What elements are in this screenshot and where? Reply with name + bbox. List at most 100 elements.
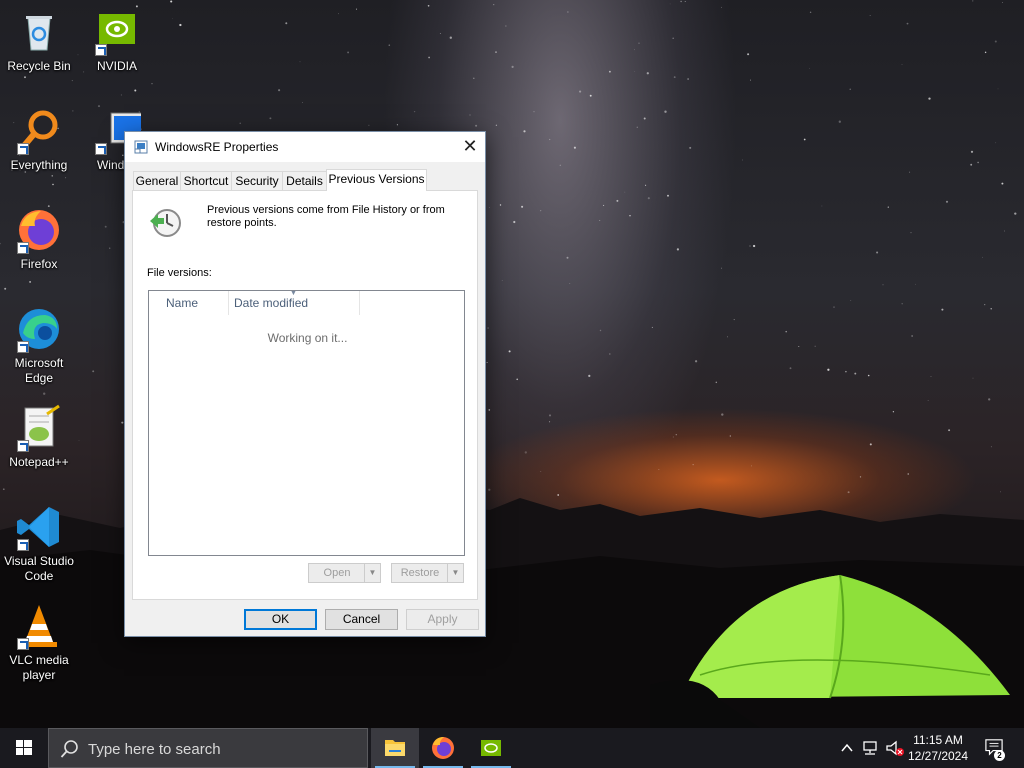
star: [524, 451, 527, 454]
column-header-name[interactable]: Name: [166, 291, 226, 315]
star: [849, 88, 851, 90]
tab-label: Details: [286, 174, 323, 188]
star: [751, 465, 752, 467]
column-divider[interactable]: [228, 291, 229, 315]
properties-dialog: WindowsRE Properties ✕ General Shortcut …: [124, 131, 486, 637]
desktop-icon-vscode[interactable]: Visual Studio Code: [0, 503, 78, 584]
tab-shortcut[interactable]: Shortcut: [180, 171, 232, 191]
star: [977, 161, 979, 164]
star: [51, 175, 53, 177]
star: [71, 80, 73, 82]
star: [910, 231, 912, 234]
shortcut-arrow-icon: [95, 143, 107, 155]
star: [647, 197, 650, 200]
desktop-icon-firefox[interactable]: Firefox: [0, 206, 78, 272]
chevron-up-icon[interactable]: [840, 739, 854, 757]
star: [928, 97, 931, 100]
star: [651, 326, 653, 328]
star: [151, 83, 153, 85]
star: [92, 370, 95, 373]
tab-previous-versions[interactable]: Previous Versions: [326, 169, 427, 191]
desktop-icon-vlc[interactable]: VLC media player: [0, 602, 78, 683]
star: [368, 124, 370, 126]
star: [486, 361, 488, 364]
desktop-icon-label: Firefox: [20, 257, 58, 271]
star: [850, 300, 852, 301]
star: [789, 367, 792, 370]
star: [672, 436, 674, 438]
star: [869, 15, 871, 16]
star: [523, 130, 526, 133]
taskbar-clock[interactable]: 11:15 AM 12/27/2024: [906, 732, 970, 764]
star: [727, 336, 728, 338]
tab-general[interactable]: General: [133, 171, 181, 191]
desktop-icon-label: Everything: [10, 158, 68, 172]
star: [449, 36, 452, 39]
star: [599, 329, 602, 332]
tab-security[interactable]: Security: [231, 171, 283, 191]
restore-button[interactable]: Restore ▼: [391, 563, 464, 583]
star: [909, 171, 911, 173]
cancel-button[interactable]: Cancel: [325, 609, 398, 630]
star: [809, 11, 812, 14]
file-versions-list[interactable]: Name Date modified ▼ Working on it...: [148, 290, 465, 556]
star: [994, 40, 997, 43]
star: [972, 0, 974, 2]
taskbar-app-file-explorer[interactable]: [371, 728, 419, 768]
star: [513, 220, 516, 224]
star: [638, 42, 640, 44]
star: [439, 33, 441, 34]
desktop-icon-notepad-plus-plus[interactable]: Notepad++: [0, 404, 78, 470]
column-header-label: Date modified: [234, 296, 309, 310]
star: [984, 304, 986, 306]
close-button[interactable]: ✕: [455, 132, 485, 162]
taskbar-app-firefox[interactable]: [419, 728, 467, 768]
desktop-icon-everything[interactable]: Everything: [0, 107, 78, 173]
ok-button[interactable]: OK: [244, 609, 317, 630]
star: [1001, 182, 1004, 185]
apply-button[interactable]: Apply: [406, 609, 479, 630]
dialog-titlebar[interactable]: WindowsRE Properties ✕: [125, 132, 485, 162]
star: [338, 13, 339, 15]
star: [721, 413, 724, 416]
desktop-icon-nvidia[interactable]: NVIDIA: [78, 8, 156, 74]
star: [867, 374, 870, 377]
star: [988, 398, 991, 401]
star: [1014, 212, 1017, 215]
star: [499, 204, 502, 206]
tab-details[interactable]: Details: [282, 171, 327, 191]
star: [104, 225, 107, 228]
star: [388, 44, 391, 46]
star: [589, 94, 592, 97]
star: [752, 244, 756, 248]
star: [995, 142, 997, 144]
taskbar-app-nvidia[interactable]: [467, 728, 515, 768]
star: [616, 199, 619, 202]
taskbar-search-box[interactable]: Type here to search: [48, 728, 368, 768]
desktop-icon-edge[interactable]: Microsoft Edge: [0, 305, 78, 386]
open-button[interactable]: Open ▼: [308, 563, 381, 583]
star: [941, 308, 944, 311]
star: [733, 319, 735, 321]
star: [355, 8, 358, 10]
star: [645, 184, 647, 186]
column-divider[interactable]: [359, 291, 360, 315]
network-icon[interactable]: [862, 739, 880, 757]
clock-time: 11:15 AM: [913, 733, 963, 747]
volume-muted-icon[interactable]: [885, 739, 905, 757]
file-versions-label: File versions:: [147, 267, 212, 279]
star: [887, 206, 889, 208]
chevron-down-icon[interactable]: ▼: [364, 564, 380, 582]
star: [120, 94, 122, 96]
star: [559, 164, 561, 166]
desktop-icon-label: Recycle Bin: [7, 59, 71, 73]
star: [469, 114, 471, 116]
star: [603, 204, 605, 206]
star: [948, 429, 951, 432]
chevron-down-icon[interactable]: ▼: [447, 564, 463, 582]
desktop-icon-recycle-bin[interactable]: Recycle Bin: [0, 8, 78, 74]
shortcut-arrow-icon: [95, 44, 107, 56]
start-button[interactable]: [0, 728, 48, 768]
tab-label: General: [135, 174, 179, 188]
star: [689, 146, 692, 149]
